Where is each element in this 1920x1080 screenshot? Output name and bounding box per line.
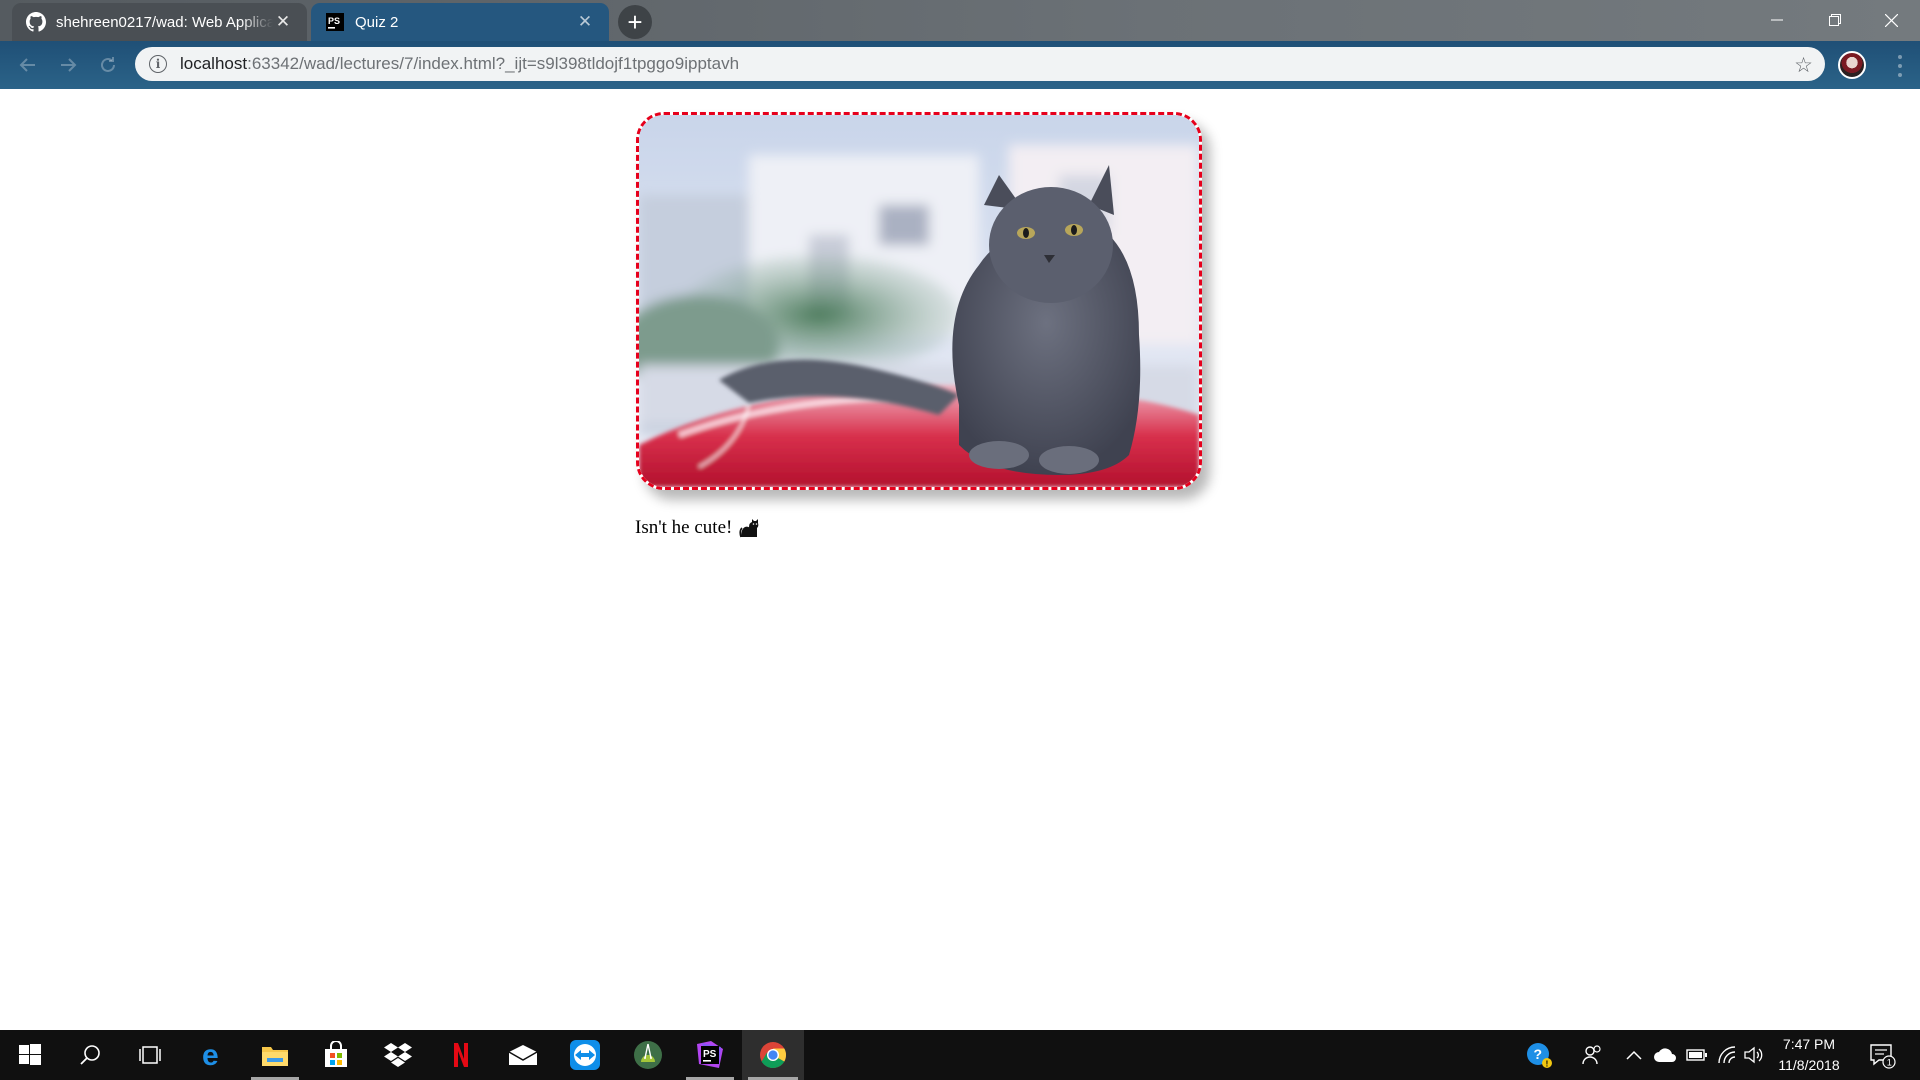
new-tab-button[interactable]: + xyxy=(618,5,652,39)
dropbox-icon xyxy=(384,1043,412,1067)
reload-icon xyxy=(101,57,115,72)
action-center-button[interactable]: 1 xyxy=(1860,1030,1904,1080)
tab-close-button[interactable]: ✕ xyxy=(273,12,293,32)
taskbar-phpstorm[interactable]: PS xyxy=(680,1030,740,1080)
tray-onedrive[interactable] xyxy=(1650,1030,1680,1080)
help-icon: ?! xyxy=(1527,1043,1552,1069)
taskbar-edge[interactable]: e xyxy=(183,1030,243,1080)
browser-menu-button[interactable] xyxy=(1890,53,1910,79)
browser-chrome: shehreen0217/wad: Web Applica ✕ PS Quiz … xyxy=(0,0,1920,89)
reload-button[interactable] xyxy=(94,51,122,79)
restore-icon xyxy=(1829,14,1841,26)
store-icon xyxy=(325,1041,347,1067)
start-button[interactable] xyxy=(0,1030,60,1080)
windows-taskbar: e PS ?! 7:47 PM 11/8/2018 1 xyxy=(0,1030,1920,1080)
restore-button[interactable] xyxy=(1806,0,1864,40)
site-info-icon[interactable]: i xyxy=(149,55,167,73)
teamviewer-icon xyxy=(570,1040,600,1070)
svg-text:e: e xyxy=(202,1041,219,1069)
forward-arrow-icon xyxy=(61,58,77,72)
close-window-button[interactable] xyxy=(1862,0,1920,40)
tab-strip: shehreen0217/wad: Web Applica ✕ PS Quiz … xyxy=(0,0,1920,41)
tray-help[interactable]: ?! xyxy=(1520,1030,1558,1080)
svg-text:?: ? xyxy=(1534,1046,1543,1062)
wifi-icon xyxy=(1718,1046,1736,1064)
tab-close-button[interactable]: ✕ xyxy=(575,12,595,32)
close-icon xyxy=(1884,13,1898,27)
cat-image-frame xyxy=(636,112,1202,490)
bookmark-star-icon[interactable]: ☆ xyxy=(1794,53,1813,78)
tray-volume[interactable] xyxy=(1740,1030,1768,1080)
taskbar-store[interactable] xyxy=(306,1030,366,1080)
tray-wifi[interactable] xyxy=(1712,1030,1742,1080)
phpstorm-icon: PS xyxy=(325,12,345,32)
address-bar[interactable]: i localhost:63342/wad/lectures/7/index.h… xyxy=(135,47,1825,81)
chrome-icon xyxy=(760,1042,787,1069)
taskbar-clock[interactable]: 7:47 PM 11/8/2018 xyxy=(1766,1034,1852,1076)
back-arrow-icon xyxy=(19,58,35,72)
tab-title: Quiz 2 xyxy=(355,13,399,31)
file-explorer-icon xyxy=(262,1047,288,1066)
tab-quiz-2[interactable]: PS Quiz 2 ✕ xyxy=(311,3,609,41)
netflix-icon xyxy=(454,1043,468,1067)
url-host: localhost xyxy=(180,54,248,73)
browser-toolbar: i localhost:63342/wad/lectures/7/index.h… xyxy=(0,41,1920,89)
phpstorm-icon: PS xyxy=(697,1041,723,1068)
minimize-button[interactable] xyxy=(1748,0,1806,40)
task-view-button[interactable] xyxy=(120,1030,180,1080)
search-icon xyxy=(80,1045,100,1065)
tray-people[interactable] xyxy=(1574,1030,1610,1080)
forward-button[interactable] xyxy=(54,51,82,79)
clock-time: 7:47 PM xyxy=(1782,1036,1836,1052)
svg-text:PS: PS xyxy=(328,16,340,26)
start-icon xyxy=(19,1044,41,1065)
taskbar-teamviewer[interactable] xyxy=(555,1030,615,1080)
notification-count: 1 xyxy=(1887,1058,1892,1068)
tray-battery[interactable] xyxy=(1682,1030,1712,1080)
edge-icon: e xyxy=(202,1041,219,1069)
onedrive-cloud-icon xyxy=(1654,1048,1676,1062)
taskbar-file-explorer[interactable] xyxy=(245,1030,305,1080)
mail-icon xyxy=(508,1045,538,1065)
svg-text:PS: PS xyxy=(703,1049,717,1060)
chevron-up-icon xyxy=(1626,1050,1642,1060)
volume-icon xyxy=(1744,1046,1763,1064)
taskbar-netflix[interactable] xyxy=(431,1030,491,1080)
taskbar-mail[interactable] xyxy=(493,1030,553,1080)
page-viewport: Isn't he cute! xyxy=(0,89,1920,1030)
clock-date: 11/8/2018 xyxy=(1778,1057,1840,1073)
profile-avatar[interactable] xyxy=(1838,51,1866,79)
tab-title: shehreen0217/wad: Web Applica xyxy=(56,13,273,31)
cat-caption: Isn't he cute! xyxy=(635,517,761,539)
tray-show-hidden[interactable] xyxy=(1620,1030,1648,1080)
svg-text:!: ! xyxy=(1546,1060,1549,1069)
back-button[interactable] xyxy=(14,51,42,79)
search-button[interactable] xyxy=(60,1030,120,1080)
url-path: :63342/wad/lectures/7/index.html?_ijt=s9… xyxy=(247,54,740,73)
cat-emoji-icon xyxy=(739,519,759,538)
taskbar-dropbox[interactable] xyxy=(368,1030,428,1080)
taskbar-chrome[interactable] xyxy=(742,1030,804,1080)
notification-icon: 1 xyxy=(1870,1044,1896,1069)
android-studio-icon xyxy=(634,1041,662,1069)
caption-text: Isn't he cute! xyxy=(635,517,733,538)
battery-icon xyxy=(1686,1049,1707,1061)
tab-github[interactable]: shehreen0217/wad: Web Applica ✕ xyxy=(12,3,307,41)
people-icon xyxy=(1582,1045,1601,1065)
cat-photo xyxy=(639,115,1199,487)
minimize-icon xyxy=(1771,19,1783,21)
github-icon xyxy=(26,12,46,32)
task-view-icon xyxy=(139,1046,161,1064)
taskbar-android-studio[interactable] xyxy=(618,1030,678,1080)
